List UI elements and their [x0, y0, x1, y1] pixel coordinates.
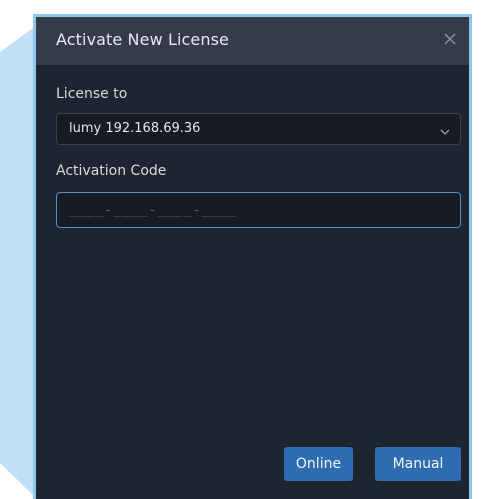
license-selected-value: lumy 192.168.69.36 [69, 121, 201, 136]
manual-button[interactable]: Manual [375, 447, 461, 481]
license-to-label: License to [56, 86, 128, 102]
online-button[interactable]: Online [284, 447, 353, 481]
dialog-titlebar: Activate New License [36, 17, 469, 65]
activation-code-input[interactable] [56, 192, 461, 228]
dialog-title: Activate New License [56, 30, 229, 49]
activate-license-dialog: Activate New License License to lumy 192… [33, 14, 472, 499]
chevron-down-icon [440, 125, 450, 135]
license-to-select[interactable]: lumy 192.168.69.36 [56, 113, 461, 145]
close-icon[interactable] [439, 28, 461, 50]
activation-code-label: Activation Code [56, 163, 167, 179]
